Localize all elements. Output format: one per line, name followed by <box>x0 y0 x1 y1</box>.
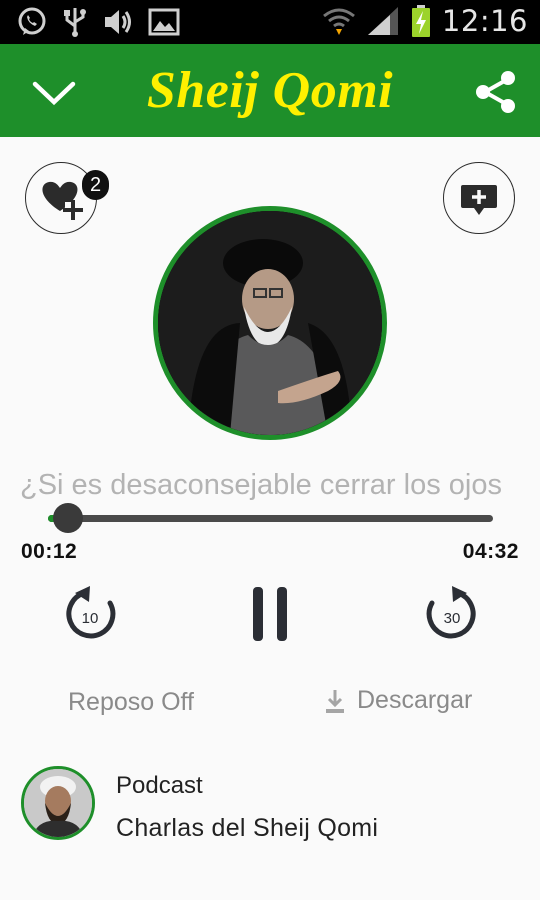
battery-charging-icon <box>411 5 430 37</box>
status-time: 12:16 <box>441 4 528 38</box>
signal-icon <box>367 7 398 35</box>
podcast-name[interactable]: Charlas del Sheij Qomi <box>116 814 378 843</box>
comment-add-icon <box>460 184 497 215</box>
volume-icon <box>105 10 131 34</box>
podcast-avatar[interactable] <box>21 766 95 840</box>
app-title: Sheij Qomi <box>146 62 394 119</box>
usb-icon <box>64 8 86 37</box>
rewind-10-button[interactable]: 10 <box>60 585 120 645</box>
forward-icon: 30 <box>426 586 476 639</box>
seek-thumb[interactable] <box>53 503 83 533</box>
pause-button[interactable] <box>245 585 295 643</box>
rewind-seconds-label: 10 <box>82 610 99 627</box>
status-bar: 12:16 <box>0 0 540 44</box>
favorite-count-badge: 2 <box>82 170 109 200</box>
image-icon <box>148 8 180 36</box>
cover-photo <box>158 211 382 435</box>
cover-art <box>153 206 387 440</box>
forward-30-button[interactable]: 30 <box>422 585 482 645</box>
whatsapp-icon <box>18 7 46 35</box>
podcast-avatar-photo <box>24 769 92 837</box>
podcast-label: Podcast <box>116 772 203 799</box>
download-icon <box>326 689 344 713</box>
seek-bar[interactable] <box>48 515 493 522</box>
share-button[interactable] <box>470 66 522 118</box>
share-icon <box>476 71 515 113</box>
current-time: 00:12 <box>21 540 78 563</box>
wifi-icon <box>322 8 355 35</box>
sleep-timer-button[interactable]: Reposo Off <box>68 688 194 717</box>
app-bar: Sheij Qomi <box>0 44 540 137</box>
track-title: ¿Si es desaconsejable cerrar los ojos <box>20 469 502 501</box>
add-comment-button[interactable] <box>443 162 515 234</box>
forward-seconds-label: 30 <box>444 610 461 627</box>
total-time: 04:32 <box>462 540 519 563</box>
rewind-icon: 10 <box>66 586 116 639</box>
download-button[interactable]: Descargar <box>325 686 472 715</box>
download-label: Descargar <box>357 686 473 714</box>
